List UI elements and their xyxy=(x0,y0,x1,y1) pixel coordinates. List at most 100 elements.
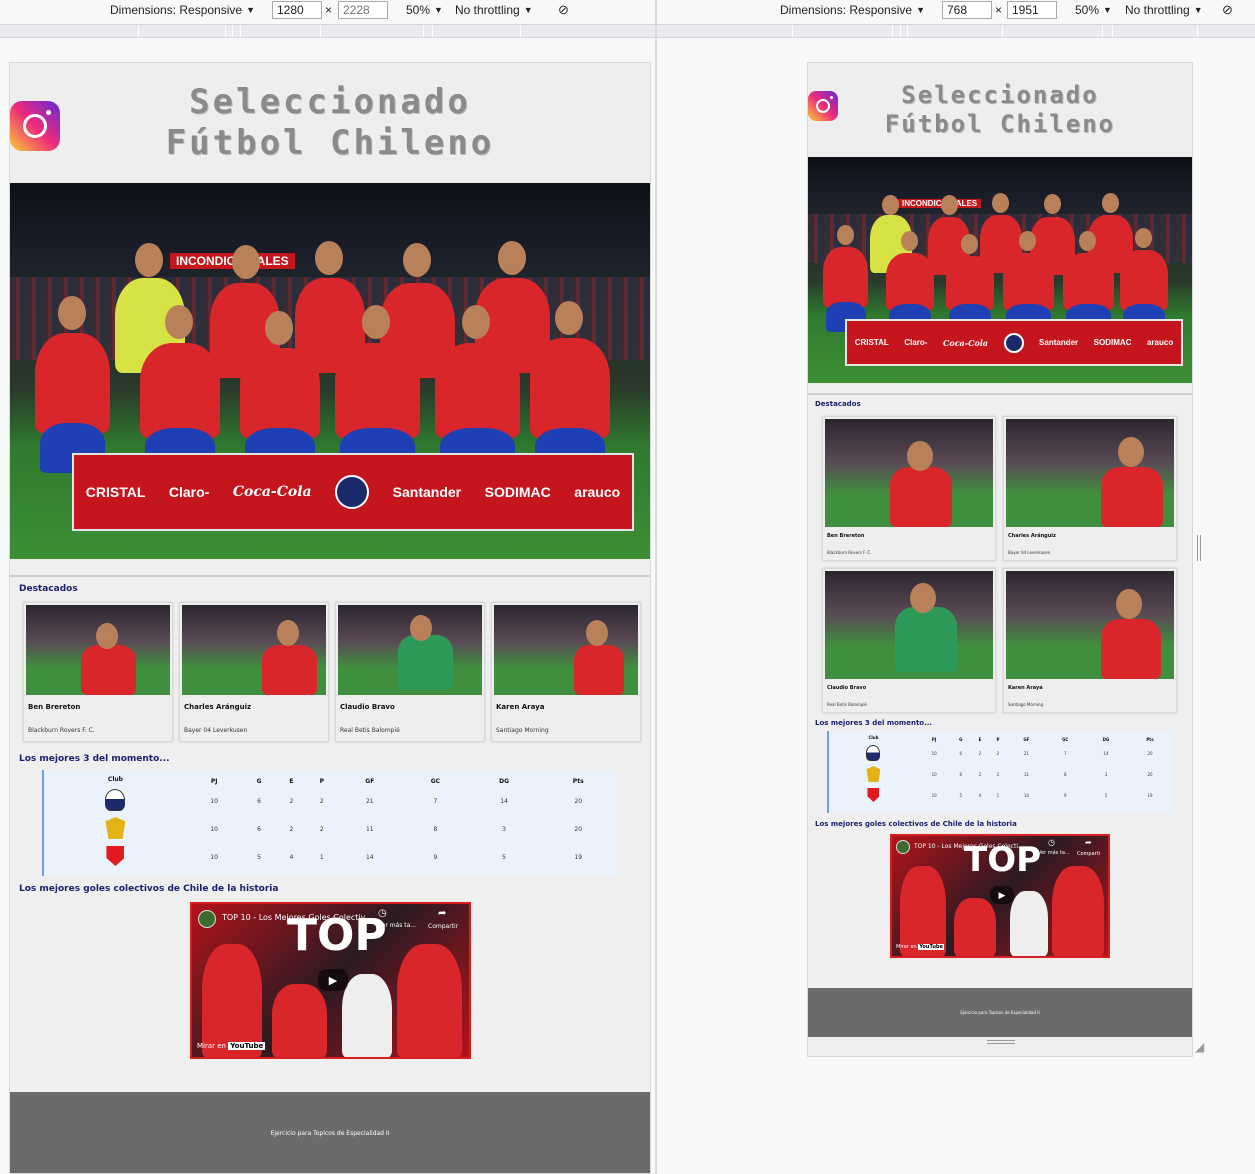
height-input[interactable] xyxy=(1007,1,1057,19)
height-resize-handle[interactable] xyxy=(987,1040,1015,1044)
col-gc: GC xyxy=(1062,736,1069,742)
player-card[interactable]: Claudio Bravo Real Betis Balompié xyxy=(335,602,485,742)
table-row: 10 6 2 2 21 7 14 20 xyxy=(829,743,1173,764)
featured-cards: Ben Brereton Blackburn Rovers F. C. Char… xyxy=(822,416,1192,713)
zoom-label: 50% xyxy=(406,3,431,17)
sponsor-cristal: CRISTAL xyxy=(85,484,146,500)
table-cell: 3 xyxy=(502,825,506,833)
throttle-dropdown[interactable]: No throttling ▼ xyxy=(1125,3,1203,17)
share-label: Compartir xyxy=(428,923,459,930)
table-cell: 19 xyxy=(574,853,583,861)
youtube-embed[interactable]: TOP 10 - Los Mejores Goles Colectiv... ◷… xyxy=(190,902,471,1059)
player-card[interactable]: Karen Araya Santiago Morning xyxy=(1003,568,1177,713)
palestino-crest-icon xyxy=(867,788,880,802)
title-line-2: Fútbol Chileno xyxy=(884,110,1116,138)
instagram-icon[interactable] xyxy=(10,101,60,151)
col-pts: Pts xyxy=(1146,736,1154,742)
table-row: 10 6 2 2 21 7 14 20 xyxy=(44,787,617,815)
table-cell: 21 xyxy=(1023,751,1029,756)
table-cell: 5 xyxy=(502,853,506,861)
table-row: 10 6 2 2 11 8 3 20 xyxy=(44,815,617,843)
zoom-dropdown[interactable]: 50% ▼ xyxy=(406,3,443,17)
rotate-icon[interactable]: ⊘ xyxy=(558,2,569,18)
zoom-dropdown[interactable]: 50% ▼ xyxy=(1075,3,1112,17)
site-title: Seleccionado Fútbol Chileno xyxy=(10,82,650,164)
player-name: Karen Araya xyxy=(1008,685,1043,691)
table-row: 10 6 2 2 11 8 3 20 xyxy=(829,764,1173,785)
table-cell: 20 xyxy=(574,825,583,833)
play-button[interactable]: ▶ xyxy=(990,886,1014,904)
table-cell: 3 xyxy=(1104,772,1108,777)
federation-crest-icon xyxy=(1003,332,1024,353)
width-input[interactable] xyxy=(272,1,322,19)
table-cell: 14 xyxy=(1103,751,1109,756)
table-cell: 5 xyxy=(257,853,261,861)
player-card[interactable]: Ben Brereton Blackburn Rovers F. C. xyxy=(822,416,996,561)
sponsor-claro: Claro- xyxy=(904,338,928,347)
table-title: Los mejores 3 del momento... xyxy=(19,754,170,764)
youtube-embed[interactable]: TOP 10 - Los Mejores Goles Colecti... ◷ … xyxy=(890,834,1110,958)
throttle-dropdown[interactable]: No throttling ▼ xyxy=(455,3,533,17)
player-club: Bayer 04 Leverkusen xyxy=(1008,550,1051,555)
table-title: Los mejores 3 del momento... xyxy=(815,719,933,727)
width-resize-handle[interactable] xyxy=(1197,535,1201,561)
corner-resize-icon[interactable]: ◢ xyxy=(1195,1040,1204,1054)
table-cell: 2 xyxy=(289,825,294,833)
table-cell: 2 xyxy=(319,825,324,833)
share-icon[interactable]: ➦ xyxy=(1085,838,1092,847)
player-photo xyxy=(338,605,482,695)
left-device-pane: Dimensions: Responsive▼ × 50%▼ No thrott… xyxy=(0,0,655,1174)
featured-title: Destacados xyxy=(815,400,861,408)
table-cell: 9 xyxy=(1063,793,1067,798)
sponsor-arauco: arauco xyxy=(574,484,621,500)
table-cell: 2 xyxy=(996,751,1000,756)
col-e: E xyxy=(289,778,294,785)
player-card[interactable]: Ben Brereton Blackburn Rovers F. C. xyxy=(23,602,173,742)
player-card[interactable]: Charles Aránguiz Bayer 04 Leverkusen xyxy=(1003,416,1177,561)
rotate-icon[interactable]: ⊘ xyxy=(1222,2,1233,18)
player-photo xyxy=(26,605,170,695)
caret-down-icon: ▼ xyxy=(246,5,255,15)
palestino-crest-icon xyxy=(106,846,125,866)
channel-avatar[interactable] xyxy=(896,840,910,854)
channel-avatar[interactable] xyxy=(198,910,216,928)
zoom-label: 50% xyxy=(1075,3,1100,17)
times-sign: × xyxy=(995,3,1003,17)
player-card[interactable]: Karen Araya Santiago Morning xyxy=(491,602,641,742)
video-section-title: Los mejores goles colectivos de Chile de… xyxy=(815,820,1017,828)
dimensions-dropdown[interactable]: Dimensions: Responsive ▼ xyxy=(110,3,255,17)
play-button[interactable]: ▶ xyxy=(318,969,348,991)
media-query-ruler[interactable] xyxy=(0,24,655,38)
watch-on-youtube[interactable]: Mirar en YouTube xyxy=(197,1042,266,1050)
site-header: Seleccionado Fútbol Chileno xyxy=(10,63,650,183)
sponsor-sodimac: SODIMAC xyxy=(1093,338,1132,347)
thumbnail-top-text: TOP xyxy=(964,840,1042,880)
table-cell: 6 xyxy=(257,797,261,805)
share-icon[interactable]: ➦ xyxy=(438,908,446,919)
col-club: Club xyxy=(868,735,879,740)
clock-icon[interactable]: ◷ xyxy=(1048,838,1055,847)
table-cell: 2 xyxy=(289,797,294,805)
table-cell: 4 xyxy=(978,793,982,798)
height-input[interactable] xyxy=(338,1,388,19)
dimensions-dropdown[interactable]: Dimensions: Responsive ▼ xyxy=(780,3,925,17)
watch-on-youtube[interactable]: Mirar en YouTube xyxy=(896,944,944,950)
sponsor-cocacola: Coca-Cola xyxy=(232,484,312,500)
player-name: Charles Aránguiz xyxy=(184,703,252,711)
width-input[interactable] xyxy=(942,1,992,19)
sponsor-banner: CRISTAL Claro- Coca-Cola Santander SODIM… xyxy=(845,319,1183,366)
media-query-ruler[interactable] xyxy=(657,24,1255,38)
player-photo xyxy=(825,419,993,527)
times-sign: × xyxy=(325,3,333,17)
col-e: E xyxy=(978,736,982,742)
instagram-icon[interactable] xyxy=(808,91,838,121)
col-dg: DG xyxy=(1102,736,1110,742)
player-card[interactable]: Charles Aránguiz Bayer 04 Leverkusen xyxy=(179,602,329,742)
sponsor-sodimac: SODIMAC xyxy=(484,484,551,500)
col-gf: GF xyxy=(365,778,375,785)
caret-down-icon: ▼ xyxy=(1103,5,1112,15)
devtools-toolbar: Dimensions: Responsive▼ × 50%▼ No thrott… xyxy=(657,0,1255,20)
player-club: Blackburn Rovers F. C. xyxy=(28,727,95,734)
player-card[interactable]: Claudio Bravo Real Betis Balompié xyxy=(822,568,996,713)
caret-down-icon: ▼ xyxy=(434,5,443,15)
